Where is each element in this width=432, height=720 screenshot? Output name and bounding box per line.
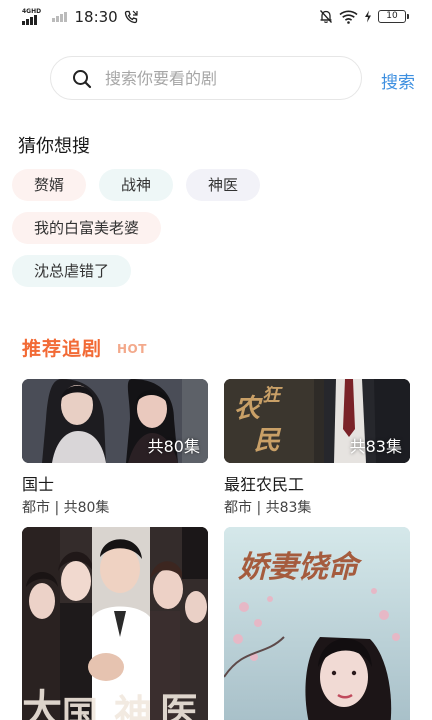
signal-icon: 4GHD (22, 9, 44, 25)
call-icon (124, 10, 138, 24)
poster-image: 娇妻饶命 (224, 527, 410, 720)
status-left: 4GHD 18:30 (22, 8, 138, 26)
search-icon (73, 70, 92, 89)
drama-card-poster[interactable]: 大 国 神 医 (22, 527, 208, 720)
poster-image: 大 国 神 医 (22, 527, 208, 720)
search-tag[interactable]: 沈总虐错了 (12, 255, 132, 287)
mute-bell-icon (320, 10, 332, 23)
svg-text:民: 民 (254, 426, 282, 456)
drama-title[interactable]: 最狂农民工 (224, 471, 304, 495)
svg-text:医: 医 (160, 689, 198, 720)
svg-text:国: 国 (62, 694, 98, 720)
episode-count-badge: 共80集 (147, 437, 200, 456)
hot-badge: HOT (117, 342, 147, 356)
drama-card-poster[interactable]: 农 狂 民 共83集 (224, 379, 410, 463)
search-bar[interactable] (50, 56, 362, 100)
charging-icon (365, 10, 371, 23)
search-tag[interactable]: 赘婿 (12, 169, 87, 201)
battery-icon: 10 (378, 10, 409, 23)
svg-text:农: 农 (234, 394, 263, 424)
guess-section-title: 猜你想搜 (18, 136, 90, 157)
secondary-signal-icon (52, 12, 67, 22)
status-bar: 4GHD 18:30 10 (0, 0, 432, 36)
svg-text:狂: 狂 (262, 385, 283, 406)
recommend-section-title: 推荐追剧 (22, 338, 103, 360)
search-tag[interactable]: 战神 (99, 169, 174, 201)
search-tag[interactable]: 神医 (186, 169, 261, 201)
drama-title[interactable]: 国士 (22, 471, 54, 495)
svg-text:大: 大 (22, 686, 62, 720)
svg-text:神: 神 (114, 691, 152, 720)
drama-card-poster[interactable]: 娇妻饶命 (224, 527, 410, 720)
status-right: 10 (319, 9, 409, 24)
drama-card-poster[interactable]: 共80集 (22, 379, 208, 463)
status-time: 18:30 (74, 8, 118, 26)
episode-count-badge: 共83集 (349, 437, 402, 456)
search-tag[interactable]: 我的白富美老婆 (12, 212, 162, 244)
battery-level: 10 (386, 11, 398, 21)
drama-meta: 都市 | 共80集 (22, 500, 110, 516)
wifi-icon (339, 10, 358, 24)
search-input[interactable] (105, 57, 345, 99)
svg-text:娇妻饶命: 娇妻饶命 (238, 550, 363, 585)
search-button[interactable]: 搜索 (381, 68, 415, 93)
drama-meta: 都市 | 共83集 (224, 500, 312, 516)
